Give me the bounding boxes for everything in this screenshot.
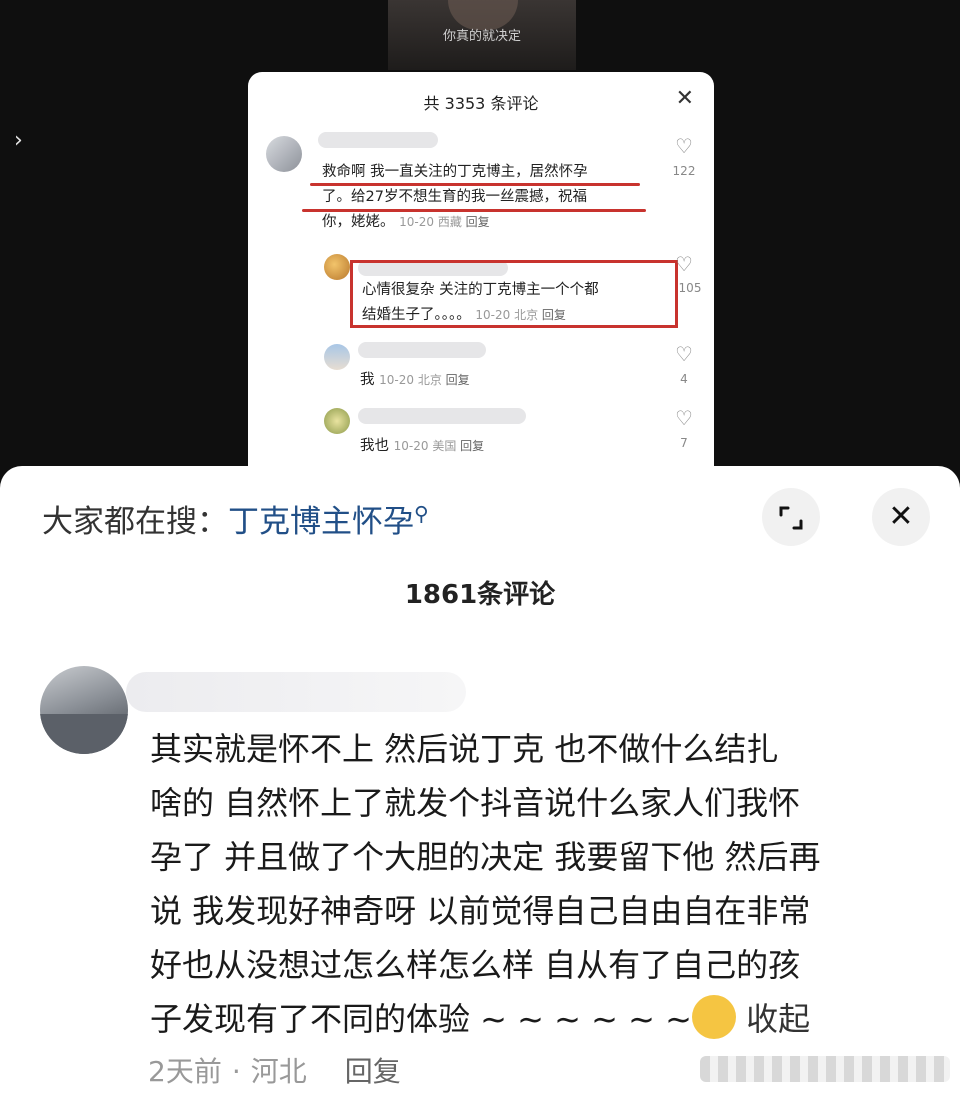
username-blurred [358, 342, 486, 358]
reply-button[interactable]: 回复 [345, 1055, 401, 1088]
highlight-box [350, 260, 678, 328]
like-count: 7 [680, 436, 688, 450]
avatar[interactable] [40, 666, 128, 754]
comment-text: 我 10-20 北京 回复 [360, 368, 470, 393]
heart-icon[interactable]: ♡ [671, 406, 697, 430]
search-icon: ⚲ [414, 501, 429, 526]
comment-location: 美国 [432, 439, 457, 453]
search-prefix: 大家都在搜： [42, 504, 228, 540]
heart-icon[interactable]: ♡ [671, 134, 697, 158]
watermark-blurred [700, 1056, 950, 1082]
inner-comment-count: 共 3353 条评论 [423, 94, 539, 113]
heart-icon[interactable]: ♡ [671, 252, 697, 276]
comment-line: 我 [360, 372, 375, 388]
comment-line: 你，姥姥。 [322, 214, 395, 230]
chevron-right-icon[interactable]: › [14, 128, 23, 153]
highlight-underline [302, 209, 646, 212]
close-icon[interactable]: ✕ [676, 86, 694, 111]
comment-line: 我也 [360, 438, 389, 454]
comment-location: 河北 [250, 1055, 307, 1088]
comment-meta: 2天前 · 河北 回复 [148, 1050, 401, 1090]
collapse-button[interactable]: 收起 [746, 1000, 810, 1038]
avatar[interactable] [324, 408, 350, 434]
close-icon[interactable]: ✕ [872, 488, 930, 546]
comment-text: 救命啊 我一直关注的丁克博主，居然怀孕 了。给27岁不想生育的我一丝震撼，祝福 … [322, 160, 652, 235]
avatar-image-detail [40, 714, 128, 754]
comment-sheet: 大家都在搜：丁克博主怀孕⚲ ✕ 1861条评论 其实就是怀不上 然后说丁克 也不… [0, 466, 960, 1097]
comment-date: 10-20 [399, 215, 434, 229]
comment-date: 10-20 [379, 373, 414, 387]
comment-text: 其实就是怀不上 然后说丁克 也不做什么结扎 啥的 自然怀上了就发个抖音说什么家人… [150, 730, 821, 1038]
comment-location: 北京 [417, 373, 442, 387]
smirk-emoji-icon [691, 995, 736, 1039]
reply-button[interactable]: 回复 [446, 373, 470, 387]
like-count: 105 [678, 281, 702, 295]
avatar[interactable] [324, 254, 350, 280]
comment-meta: 10-20 北京 回复 [379, 373, 470, 387]
trending-search[interactable]: 大家都在搜：丁克博主怀孕⚲ [42, 496, 429, 541]
comment-text: 我也 10-20 美国 回复 [360, 434, 484, 459]
comment-meta: 10-20 美国 回复 [394, 439, 485, 453]
expand-glyph [779, 506, 803, 529]
comment-line: 了。给27岁不想生育的我一丝震撼，祝福 [322, 189, 587, 205]
highlight-underline [310, 183, 640, 186]
expand-icon[interactable] [762, 488, 820, 546]
comment-meta: 10-20 西藏 回复 [399, 215, 490, 229]
username-blurred [358, 408, 526, 424]
meta-separator: · [231, 1055, 241, 1088]
comment-date: 10-20 [393, 439, 429, 453]
comment-location: 西藏 [437, 215, 462, 229]
comment-time: 2天前 [148, 1055, 222, 1088]
inner-comment-panel: 共 3353 条评论 ✕ 救命啊 我一直关注的丁克博主，居然怀孕 了。给27岁不… [248, 72, 714, 468]
username-blurred [318, 132, 438, 148]
video-caption: 你真的就决定 [442, 29, 521, 44]
like-count: 4 [680, 372, 688, 386]
video-thumbnail: 你真的就决定 [388, 0, 576, 70]
avatar[interactable] [266, 136, 302, 172]
comment-body: 其实就是怀不上 然后说丁克 也不做什么结扎 啥的 自然怀上了就发个抖音说什么家人… [150, 722, 930, 1046]
like-count: 122 [672, 164, 696, 178]
comment-line: 救命啊 我一直关注的丁克博主，居然怀孕 [322, 164, 588, 180]
username-blurred[interactable] [126, 672, 466, 712]
reply-button[interactable]: 回复 [460, 439, 484, 453]
search-keyword-link[interactable]: 丁克博主怀孕 [228, 504, 414, 540]
reply-button[interactable]: 回复 [466, 215, 490, 229]
comment-line-with-meta: 你，姥姥。 10-20 西藏 回复 [322, 210, 652, 235]
comment-count-title: 1861条评论 [404, 580, 556, 610]
heart-icon[interactable]: ♡ [671, 342, 697, 366]
avatar[interactable] [324, 344, 350, 370]
